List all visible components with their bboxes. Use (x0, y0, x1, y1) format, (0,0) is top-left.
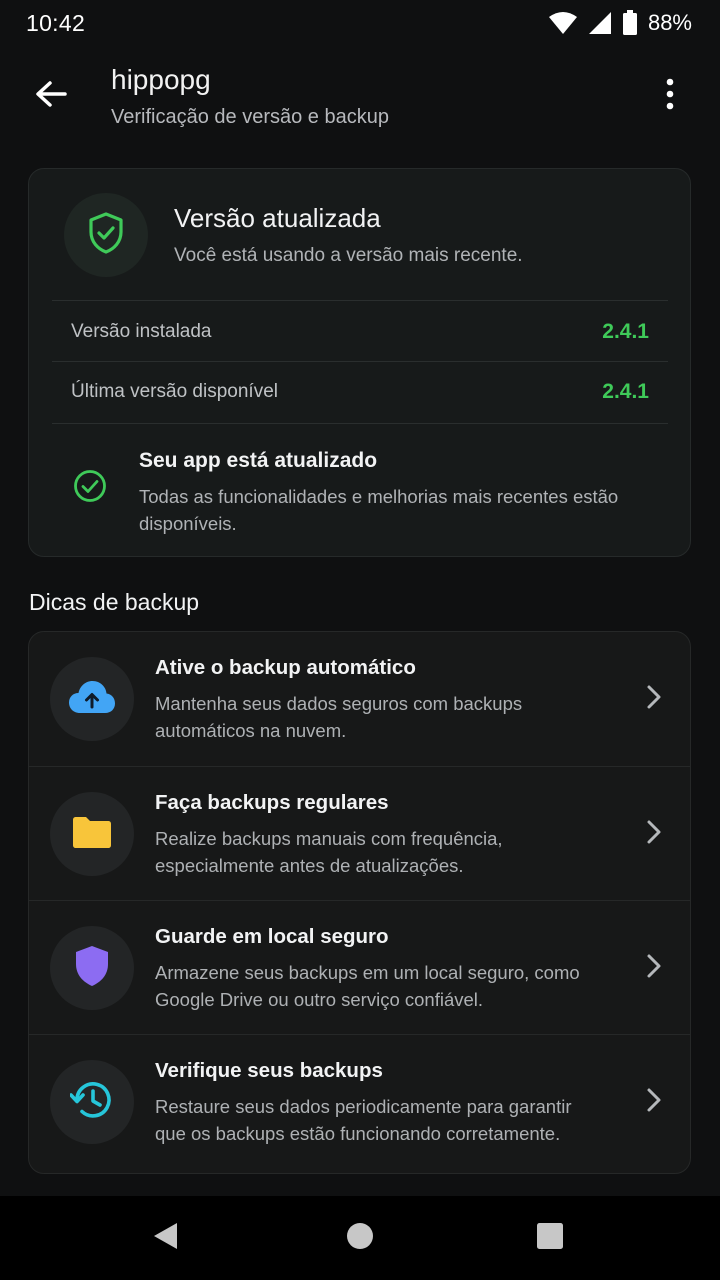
tip-title: Ative o backup automático (155, 656, 416, 679)
history-icon (69, 1080, 114, 1125)
tip-description: Realize backups manuais com frequência, … (155, 828, 503, 876)
cloud-upload-icon (68, 680, 116, 719)
chevron-right-icon (646, 1087, 662, 1118)
cell-signal-icon (588, 11, 612, 35)
backup-tips-list: Ative o backup automático Mantenha seus … (28, 631, 691, 1174)
shield-check-icon (86, 211, 126, 260)
chevron-right-icon (646, 953, 662, 984)
shield-check-badge (64, 193, 148, 277)
installed-version-label: Versão instalada (71, 321, 212, 342)
more-options-button[interactable] (656, 78, 684, 114)
latest-version-row: Última versão disponível 2.4.1 (71, 362, 649, 422)
system-navigation-bar (0, 1196, 720, 1280)
page-subtitle: Verificação de versão e backup (111, 106, 389, 128)
installed-version-row: Versão instalada 2.4.1 (71, 302, 649, 362)
tip-safe-location[interactable]: Guarde em local seguro Armazene seus bac… (29, 900, 690, 1034)
divider (52, 423, 668, 424)
up-to-date-description: Todas as funcionalidades e melhorias mai… (139, 486, 619, 534)
status-time: 10:42 (26, 9, 86, 36)
tip-description: Mantenha seus dados seguros com backups … (155, 693, 523, 741)
circle-home-icon (346, 1222, 374, 1255)
tip-auto-backup[interactable]: Ative o backup automático Mantenha seus … (29, 632, 690, 766)
check-circle-icon (73, 469, 107, 508)
tip-icon-badge (50, 1060, 134, 1144)
arrow-back-icon (35, 80, 67, 113)
page-title: hippopg (111, 64, 211, 95)
version-status-card: Versão atualizada Você está usando a ver… (28, 168, 691, 557)
tip-icon-badge (50, 926, 134, 1010)
chevron-right-icon (646, 819, 662, 850)
battery-percent: 88% (647, 10, 692, 35)
tip-description: Restaure seus dados periodicamente para … (155, 1096, 572, 1144)
backup-tips-heading: Dicas de backup (29, 589, 200, 615)
nav-home-button[interactable] (344, 1222, 376, 1254)
nav-back-button[interactable] (149, 1222, 181, 1254)
tip-icon-badge (50, 792, 134, 876)
installed-version-value: 2.4.1 (602, 320, 649, 343)
chevron-right-icon (646, 684, 662, 715)
latest-version-label: Última versão disponível (71, 381, 278, 402)
shield-icon (74, 945, 110, 992)
battery-icon (622, 10, 638, 36)
status-icons: 88% (548, 10, 692, 36)
tip-title: Guarde em local seguro (155, 925, 389, 948)
triangle-back-icon (151, 1221, 179, 1256)
back-button[interactable] (30, 78, 72, 114)
wifi-icon (548, 11, 578, 35)
folder-icon (71, 815, 113, 854)
tip-title: Faça backups regulares (155, 791, 389, 814)
tip-regular-backups[interactable]: Faça backups regulares Realize backups m… (29, 766, 690, 900)
more-vert-icon (665, 78, 675, 115)
version-card-title: Versão atualizada (174, 203, 381, 233)
latest-version-value: 2.4.1 (602, 380, 649, 403)
up-to-date-title: Seu app está atualizado (139, 449, 378, 472)
tip-title: Verifique seus backups (155, 1059, 383, 1082)
tip-description: Armazene seus backups em um local seguro… (155, 962, 580, 1010)
tip-verify-backups[interactable]: Verifique seus backups Restaure seus dad… (29, 1034, 690, 1168)
app-bar: hippopg Verificação de versão e backup (0, 56, 720, 146)
square-recents-icon (536, 1222, 564, 1255)
tip-icon-badge (50, 657, 134, 741)
divider (52, 300, 668, 301)
status-bar: 10:42 88% (0, 0, 720, 46)
version-card-description: Você está usando a versão mais recente. (174, 245, 523, 266)
nav-recents-button[interactable] (534, 1222, 566, 1254)
